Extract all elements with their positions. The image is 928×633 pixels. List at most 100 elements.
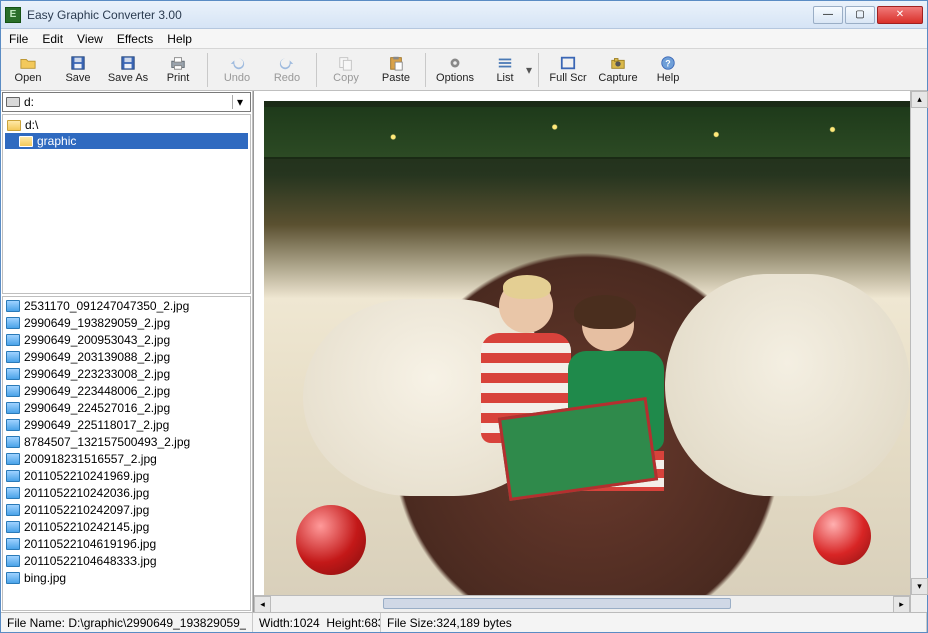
open-folder-icon bbox=[19, 55, 37, 71]
toolbar: Open Save Save As Print Undo Redo Copy Paste Opt… bbox=[1, 49, 927, 91]
toolbar-label: Undo bbox=[224, 72, 250, 84]
folder-item[interactable]: d:\ bbox=[5, 117, 248, 133]
file-item[interactable]: 2990649_200953043_2.jpg bbox=[3, 331, 250, 348]
list-button[interactable]: List bbox=[480, 50, 530, 90]
image-file-icon bbox=[6, 334, 20, 346]
help-button[interactable]: ?Help bbox=[643, 50, 693, 90]
saveas-button[interactable]: Save As bbox=[103, 50, 153, 90]
printer-icon bbox=[169, 55, 187, 71]
file-item[interactable]: 2531170_091247047350_2.jpg bbox=[3, 297, 250, 314]
file-item[interactable]: 2990649_203139088_2.jpg bbox=[3, 348, 250, 365]
menu-effects[interactable]: Effects bbox=[117, 32, 153, 46]
file-list[interactable]: 2531170_091247047350_2.jpg 2990649_193829… bbox=[2, 296, 251, 611]
image-file-icon bbox=[6, 385, 20, 397]
file-name-label: 2011052210464833З.jpg bbox=[24, 554, 157, 568]
file-name-label: 2011052210242145.jpg bbox=[24, 520, 149, 534]
file-item[interactable]: 2990649_223233008_2.jpg bbox=[3, 365, 250, 382]
toolbar-label: Capture bbox=[598, 72, 637, 84]
copy-icon bbox=[337, 55, 355, 71]
folder-icon bbox=[19, 136, 33, 147]
menu-help[interactable]: Help bbox=[167, 32, 192, 46]
close-button[interactable]: ✕ bbox=[877, 6, 923, 24]
image-file-icon bbox=[6, 453, 20, 465]
toolbar-label: Open bbox=[15, 72, 42, 84]
file-name-label: 2990649_223233008_2.jpg bbox=[24, 367, 170, 381]
help-icon: ? bbox=[659, 55, 677, 71]
scroll-up-button[interactable]: ▴ bbox=[911, 91, 928, 108]
toolbar-label: Help bbox=[657, 72, 680, 84]
file-item[interactable]: bing.jpg bbox=[3, 569, 250, 586]
undo-icon bbox=[228, 55, 246, 71]
status-dimensions: Width:1024 Height:683 bbox=[253, 613, 381, 632]
status-filesize: File Size:324,189 bytes bbox=[381, 613, 927, 632]
file-item[interactable]: 2011052210242145.jpg bbox=[3, 518, 250, 535]
print-button[interactable]: Print bbox=[153, 50, 203, 90]
open-button[interactable]: Open bbox=[3, 50, 53, 90]
scroll-down-button[interactable]: ▾ bbox=[911, 578, 928, 595]
file-item[interactable]: 2011052210242036.jpg bbox=[3, 484, 250, 501]
capture-button[interactable]: Capture bbox=[593, 50, 643, 90]
menu-file[interactable]: File bbox=[9, 32, 28, 46]
toolbar-label: Redo bbox=[274, 72, 300, 84]
image-file-icon bbox=[6, 504, 20, 516]
paste-button[interactable]: Paste bbox=[371, 50, 421, 90]
menu-view[interactable]: View bbox=[77, 32, 103, 46]
floppy-icon bbox=[69, 55, 87, 71]
folder-item[interactable]: graphic bbox=[5, 133, 248, 149]
file-name-label: 2011052210242097.jpg bbox=[24, 503, 149, 517]
file-name-label: 2990649_225118017_2.jpg bbox=[24, 418, 169, 432]
file-item[interactable]: 2990649_193829059_2.jpg bbox=[3, 314, 250, 331]
toolbar-label: Save bbox=[65, 72, 90, 84]
file-name-label: 2990649_193829059_2.jpg bbox=[24, 316, 170, 330]
image-file-icon bbox=[6, 555, 20, 567]
image-file-icon bbox=[6, 402, 20, 414]
image-file-icon bbox=[6, 487, 20, 499]
preview-canvas[interactable] bbox=[256, 93, 910, 595]
file-item[interactable]: 2990649_224527016_2.jpg bbox=[3, 399, 250, 416]
toolbar-label: Paste bbox=[382, 72, 410, 84]
vertical-scrollbar[interactable]: ▴ ▾ bbox=[910, 91, 927, 595]
folder-tree[interactable]: d:\graphic bbox=[2, 114, 251, 294]
file-name-label: 200918231516557_2.jpg bbox=[24, 452, 157, 466]
file-name-label: 2011052210242036.jpg bbox=[24, 486, 149, 500]
toolbar-label: Copy bbox=[333, 72, 359, 84]
image-file-icon bbox=[6, 572, 20, 584]
redo-button: Redo bbox=[262, 50, 312, 90]
floppy-icon bbox=[119, 55, 137, 71]
maximize-button[interactable]: ▢ bbox=[845, 6, 875, 24]
gear-icon bbox=[446, 55, 464, 71]
file-item[interactable]: 200918231516557_2.jpg bbox=[3, 450, 250, 467]
menu-edit[interactable]: Edit bbox=[42, 32, 63, 46]
horizontal-scrollbar[interactable]: ◂ ▸ bbox=[254, 595, 910, 612]
toolbar-separator bbox=[425, 53, 426, 87]
fullscr-button[interactable]: Full Scr bbox=[543, 50, 593, 90]
file-item[interactable]: 2990649_225118017_2.jpg bbox=[3, 416, 250, 433]
list-dropdown-icon[interactable]: ▾ bbox=[524, 50, 534, 90]
toolbar-separator bbox=[207, 53, 208, 87]
copy-button: Copy bbox=[321, 50, 371, 90]
minimize-button[interactable]: — bbox=[813, 6, 843, 24]
file-item[interactable]: 2990649_223448006_2.jpg bbox=[3, 382, 250, 399]
image-file-icon bbox=[6, 436, 20, 448]
scroll-thumb[interactable] bbox=[383, 598, 731, 609]
scroll-right-button[interactable]: ▸ bbox=[893, 596, 910, 613]
folder-label: d:\ bbox=[25, 118, 38, 132]
file-item[interactable]: 2011052210464833З.jpg bbox=[3, 552, 250, 569]
scroll-corner bbox=[910, 595, 927, 612]
image-file-icon bbox=[6, 419, 20, 431]
drive-selected-text: d: bbox=[24, 95, 34, 109]
file-item[interactable]: 2011052210242097.jpg bbox=[3, 501, 250, 518]
image-file-icon bbox=[6, 521, 20, 533]
scroll-left-button[interactable]: ◂ bbox=[254, 596, 271, 613]
toolbar-label: Print bbox=[167, 72, 190, 84]
file-item[interactable]: 8784507_132157500493_2.jpg bbox=[3, 433, 250, 450]
drive-combobox[interactable]: d: ▾ bbox=[2, 92, 251, 112]
file-name-label: 2531170_091247047350_2.jpg bbox=[24, 299, 189, 313]
file-name-label: 2990649_203139088_2.jpg bbox=[24, 350, 170, 364]
options-button[interactable]: Options bbox=[430, 50, 480, 90]
title-bar: E Easy Graphic Converter 3.00 — ▢ ✕ bbox=[1, 1, 927, 29]
file-name-label: 2011052210241969.jpg bbox=[24, 469, 149, 483]
file-item[interactable]: 2011052210461919б.jpg bbox=[3, 535, 250, 552]
save-button[interactable]: Save bbox=[53, 50, 103, 90]
file-item[interactable]: 2011052210241969.jpg bbox=[3, 467, 250, 484]
